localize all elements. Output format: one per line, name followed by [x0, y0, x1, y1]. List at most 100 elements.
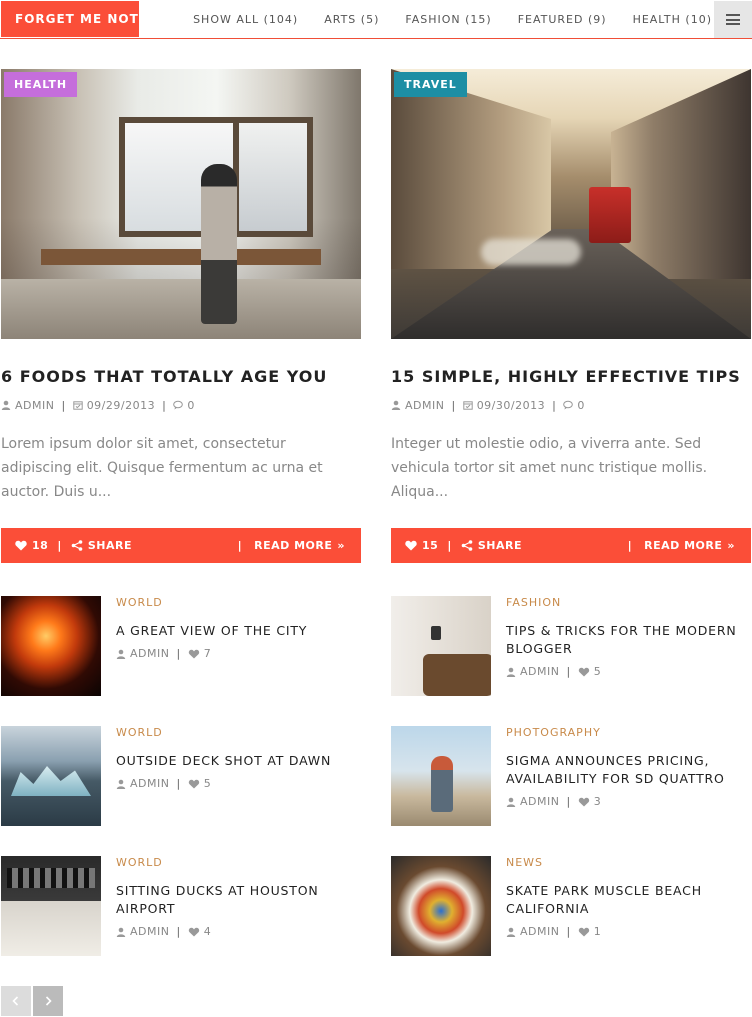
meta-separator: |: [176, 777, 181, 790]
comment-icon: [173, 400, 184, 410]
heart-icon[interactable]: [15, 540, 27, 551]
menu-button[interactable]: [714, 1, 752, 38]
image-detail: [201, 164, 237, 324]
read-more-button[interactable]: READ MORE: [644, 539, 722, 552]
comment-icon: [563, 400, 574, 410]
nav-health[interactable]: HEALTH (10): [633, 13, 712, 26]
double-chevron-right-icon: »: [727, 539, 735, 552]
post-title[interactable]: A GREAT VIEW OF THE CITY: [116, 622, 356, 640]
meta-separator: |: [162, 398, 167, 412]
meta-separator: |: [176, 925, 181, 938]
meta-separator: |: [566, 665, 571, 678]
post-thumbnail[interactable]: [1, 856, 101, 956]
post-author[interactable]: ADMIN: [405, 399, 444, 412]
post-meta: ADMIN | 09/30/2013 | 0: [391, 398, 751, 412]
featured-card: TRAVEL 15 SIMPLE, HIGHLY EFFECTIVE TIPS …: [391, 69, 751, 563]
category-tag-travel[interactable]: TRAVEL: [394, 72, 467, 97]
calendar-icon: [72, 401, 83, 410]
heart-icon[interactable]: [578, 797, 590, 807]
bar-separator: |: [627, 539, 633, 552]
post-title[interactable]: SITTING DUCKS AT HOUSTON AIRPORT: [116, 882, 356, 918]
share-button[interactable]: SHARE: [88, 539, 132, 552]
post-meta: ADMIN | 7: [116, 647, 211, 660]
share-button[interactable]: SHARE: [478, 539, 522, 552]
image-detail: [1, 279, 361, 339]
prev-page-button[interactable]: [1, 986, 31, 1016]
image-detail: [481, 239, 581, 265]
post-title[interactable]: SIGMA ANNOUNCES PRICING, AVAILABILITY FO…: [506, 752, 746, 788]
bar-separator: |: [237, 539, 243, 552]
post-author[interactable]: ADMIN: [130, 647, 169, 660]
nav-fashion[interactable]: FASHION (15): [405, 13, 491, 26]
user-icon: [116, 649, 126, 659]
heart-icon[interactable]: [578, 927, 590, 937]
nav-show-all[interactable]: SHOW ALL (104): [193, 13, 298, 26]
post-thumbnail[interactable]: [391, 596, 491, 696]
heart-icon[interactable]: [188, 779, 200, 789]
post-author[interactable]: ADMIN: [130, 777, 169, 790]
post-title[interactable]: 6 FOODS THAT TOTALLY AGE YOU: [1, 367, 361, 387]
list-item: WORLD SITTING DUCKS AT HOUSTON AIRPORT A…: [1, 856, 361, 956]
heart-icon[interactable]: [188, 649, 200, 659]
category-tag-health[interactable]: HEALTH: [4, 72, 78, 97]
post-meta: ADMIN | 5: [506, 665, 601, 678]
post-action-bar: 18 | SHARE | READ MORE »: [1, 528, 361, 563]
meta-separator: |: [566, 925, 571, 938]
image-detail: [41, 249, 321, 265]
heart-icon[interactable]: [405, 540, 417, 551]
post-category[interactable]: NEWS: [506, 856, 543, 869]
like-count: 5: [593, 665, 602, 678]
read-more-button[interactable]: READ MORE: [254, 539, 332, 552]
chevron-right-icon: [45, 996, 52, 1006]
post-category[interactable]: WORLD: [116, 856, 163, 869]
post-action-bar: 15 | SHARE | READ MORE »: [391, 528, 751, 563]
user-icon: [1, 400, 11, 410]
post-author[interactable]: ADMIN: [130, 925, 169, 938]
post-category[interactable]: WORLD: [116, 726, 163, 739]
list-item: WORLD A GREAT VIEW OF THE CITY ADMIN | 7: [1, 596, 361, 696]
post-image-street[interactable]: TRAVEL: [391, 69, 751, 339]
post-category[interactable]: FASHION: [506, 596, 561, 609]
nav-featured[interactable]: FEATURED (9): [518, 13, 607, 26]
meta-separator: |: [451, 398, 456, 412]
next-page-button[interactable]: [33, 986, 63, 1016]
bar-separator: |: [57, 539, 62, 552]
list-item: WORLD OUTSIDE DECK SHOT AT DAWN ADMIN | …: [1, 726, 361, 826]
post-title[interactable]: 15 SIMPLE, HIGHLY EFFECTIVE TIPS: [391, 367, 751, 387]
user-icon: [391, 400, 401, 410]
post-thumbnail[interactable]: [391, 856, 491, 956]
post-author[interactable]: ADMIN: [520, 795, 559, 808]
user-icon: [506, 667, 516, 677]
heart-icon[interactable]: [188, 927, 200, 937]
post-title[interactable]: SKATE PARK MUSCLE BEACH CALIFORNIA: [506, 882, 746, 918]
brand-logo[interactable]: FORGET ME NOT: [1, 1, 139, 37]
post-thumbnail[interactable]: [1, 596, 101, 696]
filter-nav: SHOW ALL (104) ARTS (5) FASHION (15) FEA…: [167, 0, 712, 38]
post-author[interactable]: ADMIN: [15, 399, 54, 412]
post-title[interactable]: OUTSIDE DECK SHOT AT DAWN: [116, 752, 356, 770]
share-icon: [71, 540, 83, 551]
post-image-office[interactable]: HEALTH: [1, 69, 361, 339]
heart-icon[interactable]: [578, 667, 590, 677]
post-category[interactable]: PHOTOGRAPHY: [506, 726, 601, 739]
post-meta: ADMIN | 4: [116, 925, 211, 938]
top-bar: FORGET ME NOT SHOW ALL (104) ARTS (5) FA…: [0, 0, 752, 39]
post-author[interactable]: ADMIN: [520, 665, 559, 678]
post-excerpt: Integer ut molestie odio, a viverra ante…: [391, 436, 708, 500]
post-thumbnail[interactable]: [391, 726, 491, 826]
post-thumbnail[interactable]: [1, 726, 101, 826]
post-title[interactable]: TIPS & TRICKS FOR THE MODERN BLOGGER: [506, 622, 746, 658]
calendar-icon: [462, 401, 473, 410]
post-category[interactable]: WORLD: [116, 596, 163, 609]
comment-count[interactable]: 0: [187, 399, 195, 412]
featured-card: HEALTH 6 FOODS THAT TOTALLY AGE YOU ADMI…: [1, 69, 361, 563]
read-more-area: | READ MORE »: [238, 528, 345, 563]
like-count[interactable]: 15: [422, 539, 438, 552]
like-count[interactable]: 18: [32, 539, 48, 552]
comment-count[interactable]: 0: [577, 399, 585, 412]
nav-arts[interactable]: ARTS (5): [324, 13, 379, 26]
pagination: [1, 986, 65, 1016]
post-author[interactable]: ADMIN: [520, 925, 559, 938]
meta-separator: |: [552, 398, 557, 412]
image-detail: [233, 117, 313, 237]
